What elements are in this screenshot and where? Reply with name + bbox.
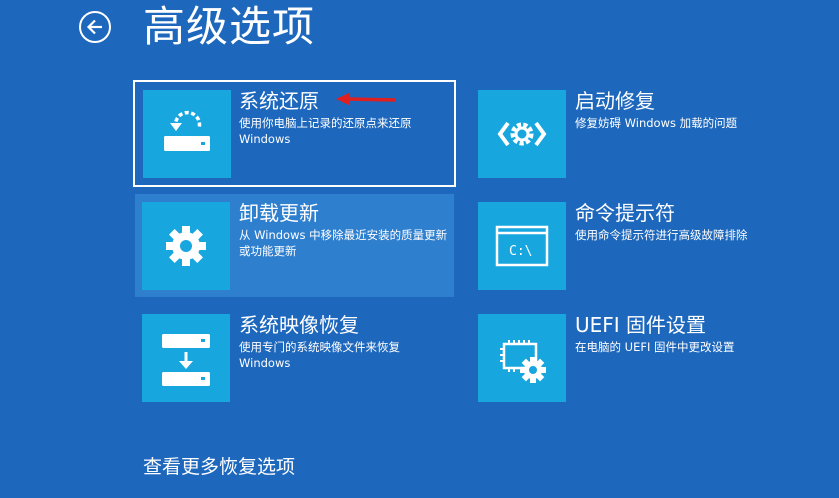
option-title: 系统映像恢复 [239, 313, 359, 337]
system-restore-icon [164, 110, 210, 151]
tile-icon-bg: C:\ [478, 202, 566, 290]
image-recovery-icon [162, 334, 210, 386]
option-description: 使用你电脑上记录的还原点来还原 Windows [239, 116, 412, 146]
option-title: UEFI 固件设置 [575, 313, 707, 337]
option-title: 启动修复 [575, 89, 655, 113]
option-title: 系统还原 [239, 89, 319, 113]
option-system-restore[interactable]: 系统还原 使用你电脑上记录的还原点来还原 Windows [133, 80, 456, 187]
option-description: 使用专门的系统映像文件来恢复 Windows [239, 340, 400, 370]
option-startup-repair[interactable]: 启动修复 修复妨碍 Windows 加载的问题 [471, 82, 794, 185]
option-command-prompt[interactable]: C:\ 命令提示符 使用命令提示符进行高级故障排除 [471, 194, 794, 297]
svg-text:C:\: C:\ [509, 244, 532, 259]
option-title: 卸载更新 [239, 201, 319, 225]
red-arrow-icon [336, 92, 397, 106]
option-description: 使用命令提示符进行高级故障排除 [575, 228, 748, 242]
option-description: 从 Windows 中移除最近安装的质量更新或功能更新 [239, 228, 448, 258]
page-title: 高级选项 [143, 2, 316, 51]
tile-icon-bg [143, 90, 231, 178]
firmware-settings-icon [500, 340, 546, 383]
tile-icon-bg [142, 202, 230, 290]
tile-icon-bg [478, 90, 566, 178]
command-prompt-icon: C:\ [495, 225, 549, 267]
tile-icon-bg [142, 314, 230, 402]
option-uefi-firmware-settings[interactable]: UEFI 固件设置 在电脑的 UEFI 固件中更改设置 [471, 306, 794, 409]
option-description: 在电脑的 UEFI 固件中更改设置 [575, 340, 735, 354]
option-uninstall-updates[interactable]: 卸载更新 从 Windows 中移除最近安装的质量更新或功能更新 [135, 194, 454, 297]
tile-icon-bg [478, 314, 566, 402]
back-arrow-icon [86, 19, 102, 35]
more-recovery-options-link[interactable]: 查看更多恢复选项 [143, 453, 295, 481]
option-system-image-recovery[interactable]: 系统映像恢复 使用专门的系统映像文件来恢复 Windows [135, 306, 454, 409]
option-title: 命令提示符 [575, 201, 675, 225]
back-button[interactable] [79, 11, 111, 43]
option-description: 修复妨碍 Windows 加载的问题 [575, 116, 738, 130]
startup-repair-icon [497, 121, 547, 147]
gear-icon [166, 226, 206, 266]
